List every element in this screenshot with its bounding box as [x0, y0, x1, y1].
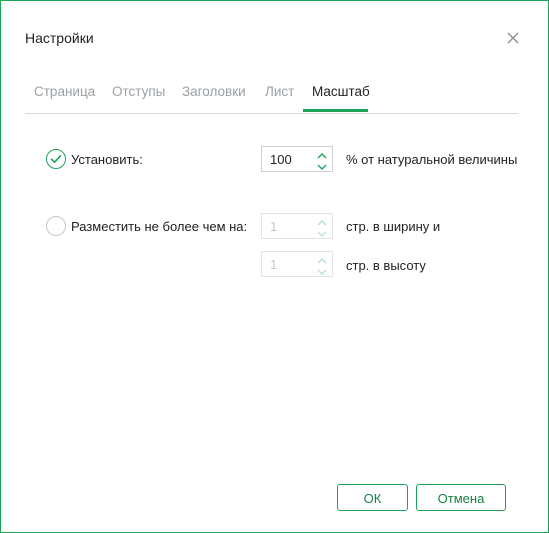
scale-percent-stepper[interactable] [261, 146, 333, 172]
chevron-up-icon[interactable] [314, 149, 330, 160]
tab-margins[interactable]: Отступы [112, 84, 165, 99]
tab-headers[interactable]: Заголовки [182, 84, 246, 99]
cancel-button[interactable]: Отмена [416, 484, 506, 511]
tab-sheet[interactable]: Лист [265, 84, 294, 99]
set-scale-radio[interactable] [46, 149, 66, 169]
tab-scale[interactable]: Масштаб [312, 84, 370, 99]
fit-width-input[interactable] [270, 219, 310, 234]
scale-percent-input[interactable] [270, 152, 310, 167]
tab-bar: Страница Отступы Заголовки Лист Масштаб [25, 73, 518, 114]
tab-page[interactable]: Страница [34, 84, 95, 99]
dialog-title: Настройки [25, 30, 94, 46]
settings-dialog: Настройки Страница Отступы Заголовки Лис… [0, 0, 549, 533]
checkmark-icon [50, 155, 62, 163]
chevron-up-icon[interactable] [314, 254, 330, 265]
fit-height-input[interactable] [270, 257, 310, 272]
fit-height-suffix: стр. в высоту [346, 258, 426, 273]
ok-button[interactable]: ОК [337, 484, 408, 511]
chevron-up-icon[interactable] [314, 216, 330, 227]
chevron-down-icon[interactable] [314, 227, 330, 238]
fit-pages-label: Разместить не более чем на: [71, 219, 248, 234]
fit-width-suffix: стр. в ширину и [346, 219, 441, 234]
set-scale-label: Установить: [71, 152, 143, 167]
fit-height-stepper[interactable] [261, 251, 333, 277]
fit-width-stepper[interactable] [261, 213, 333, 239]
active-tab-indicator [303, 109, 368, 112]
chevron-down-icon[interactable] [314, 160, 330, 171]
scale-percent-suffix: % от натуральной величины [346, 152, 518, 167]
close-icon[interactable] [504, 29, 522, 47]
chevron-down-icon[interactable] [314, 265, 330, 276]
fit-pages-radio[interactable] [46, 216, 66, 236]
